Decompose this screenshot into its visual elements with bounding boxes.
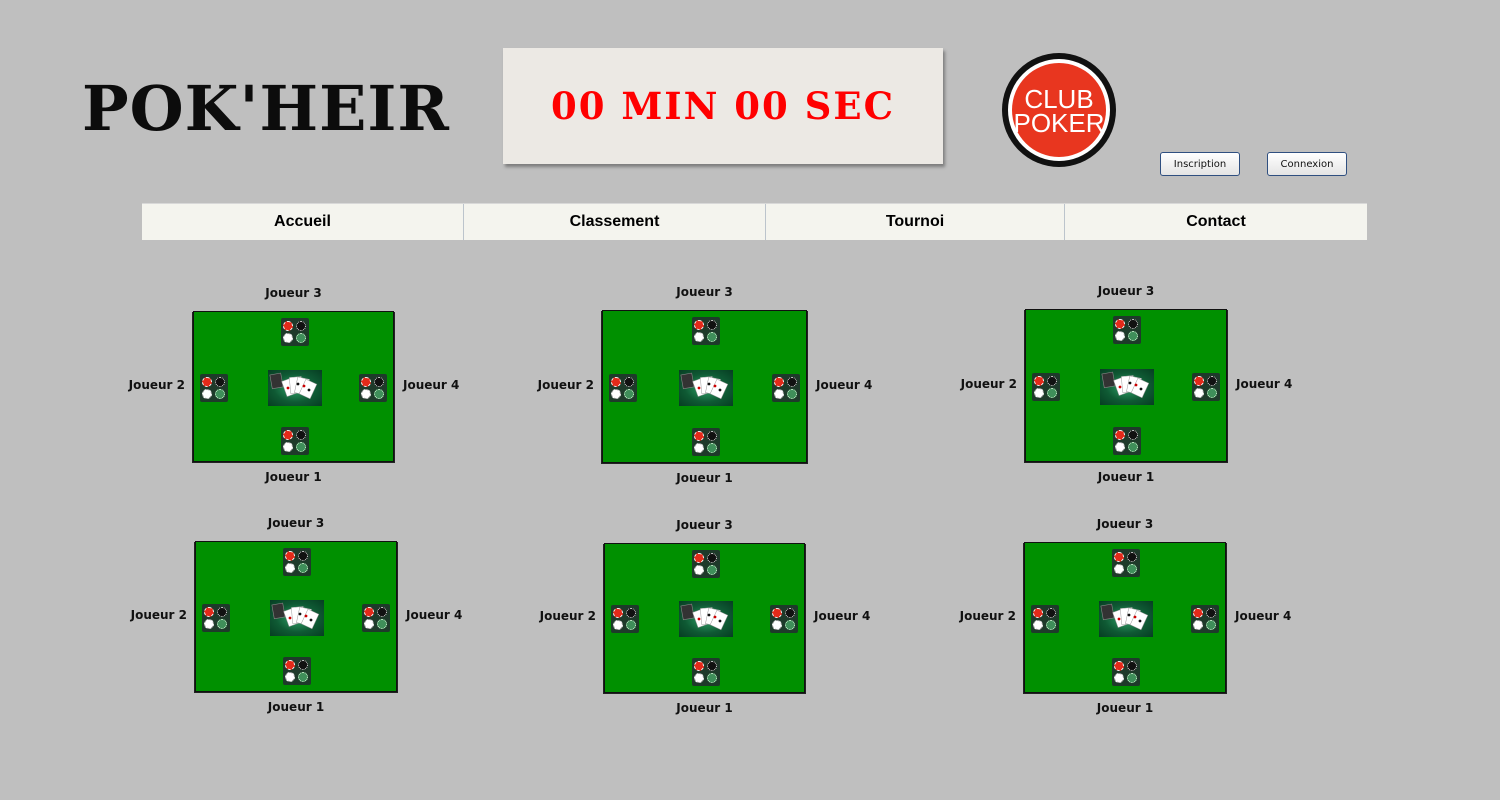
poker-table[interactable] bbox=[602, 310, 807, 463]
poker-chips-icon bbox=[202, 603, 230, 632]
seat-label-joueur-2: Joueur 2 bbox=[128, 377, 185, 392]
inscription-button[interactable]: Inscription bbox=[1160, 152, 1240, 176]
poker-chips-icon bbox=[1191, 604, 1219, 633]
main-nav: Accueil Classement Tournoi Contact bbox=[142, 203, 1367, 240]
seat-label-joueur-3: Joueur 3 bbox=[676, 518, 733, 532]
nav-item-tournoi[interactable]: Tournoi bbox=[766, 204, 1065, 240]
poker-chips-icon bbox=[359, 373, 387, 402]
poker-chips-icon bbox=[1112, 658, 1140, 686]
playing-cards-icon bbox=[678, 601, 733, 637]
poker-chips-icon bbox=[1113, 316, 1141, 344]
poker-chips-icon bbox=[1031, 604, 1059, 633]
poker-chips-icon bbox=[772, 373, 800, 402]
countdown-timer: 00 MIN 00 SEC bbox=[503, 48, 943, 164]
playing-cards-icon bbox=[678, 369, 733, 406]
seat-label-joueur-1: Joueur 1 bbox=[1097, 470, 1155, 484]
nav-item-classement[interactable]: Classement bbox=[464, 204, 766, 240]
seat-label-joueur-3: Joueur 3 bbox=[265, 286, 322, 300]
poker-table[interactable] bbox=[1024, 542, 1226, 693]
site-title: POK'HEIR bbox=[82, 72, 450, 145]
seat-label-joueur-3: Joueur 3 bbox=[267, 516, 325, 530]
poker-chips-icon bbox=[362, 603, 390, 632]
seat-label-joueur-3: Joueur 3 bbox=[676, 285, 733, 299]
seat-label-joueur-1: Joueur 1 bbox=[1096, 701, 1154, 715]
poker-chips-icon bbox=[691, 550, 720, 578]
seat-label-joueur-3: Joueur 3 bbox=[1097, 284, 1155, 298]
poker-chips-icon bbox=[770, 605, 798, 633]
poker-chips-icon bbox=[609, 373, 637, 402]
poker-chips-icon bbox=[200, 373, 228, 402]
poker-chips-icon bbox=[691, 317, 720, 345]
seat-label-joueur-3: Joueur 3 bbox=[1096, 517, 1154, 531]
seat-label-joueur-4: Joueur 4 bbox=[814, 609, 871, 623]
seat-label-joueur-1: Joueur 1 bbox=[676, 471, 733, 485]
seat-label-joueur-2: Joueur 2 bbox=[960, 376, 1017, 391]
club-logo-line2: POKER bbox=[1013, 108, 1104, 138]
seat-label-joueur-4: Joueur 4 bbox=[1236, 376, 1293, 391]
poker-chips-icon bbox=[283, 548, 311, 576]
playing-cards-icon bbox=[267, 369, 322, 406]
seat-label-joueur-2: Joueur 2 bbox=[537, 377, 594, 392]
playing-cards-icon bbox=[1099, 600, 1153, 637]
seat-label-joueur-1: Joueur 1 bbox=[267, 700, 325, 714]
poker-chips-icon bbox=[283, 657, 311, 685]
poker-chips-icon bbox=[611, 605, 639, 633]
poker-table[interactable] bbox=[193, 311, 394, 462]
playing-cards-icon bbox=[1100, 368, 1154, 405]
club-poker-logo: CLUB POKER bbox=[1002, 53, 1116, 167]
seat-label-joueur-2: Joueur 2 bbox=[539, 609, 596, 623]
poker-chips-icon bbox=[691, 428, 720, 456]
poker-table[interactable] bbox=[1025, 309, 1227, 462]
seat-label-joueur-2: Joueur 2 bbox=[130, 607, 187, 622]
poker-chips-icon bbox=[1192, 372, 1220, 401]
seat-label-joueur-1: Joueur 1 bbox=[676, 701, 733, 715]
poker-chips-icon bbox=[1032, 372, 1060, 401]
seat-label-joueur-1: Joueur 1 bbox=[265, 470, 322, 484]
seat-label-joueur-4: Joueur 4 bbox=[403, 377, 460, 392]
nav-item-contact[interactable]: Contact bbox=[1065, 204, 1367, 240]
poker-table[interactable] bbox=[604, 543, 805, 693]
poker-chips-icon bbox=[1113, 427, 1141, 455]
poker-chips-icon bbox=[691, 658, 720, 686]
poker-chips-icon bbox=[1112, 549, 1140, 577]
seat-label-joueur-2: Joueur 2 bbox=[959, 608, 1016, 623]
poker-table[interactable] bbox=[195, 541, 397, 692]
connexion-button[interactable]: Connexion bbox=[1267, 152, 1347, 176]
seat-label-joueur-4: Joueur 4 bbox=[816, 377, 873, 392]
playing-cards-icon bbox=[270, 599, 324, 636]
poker-chips-icon bbox=[280, 427, 309, 455]
poker-chips-icon bbox=[280, 318, 309, 346]
seat-label-joueur-4: Joueur 4 bbox=[406, 607, 463, 622]
nav-item-accueil[interactable]: Accueil bbox=[142, 204, 464, 240]
seat-label-joueur-4: Joueur 4 bbox=[1235, 608, 1292, 623]
